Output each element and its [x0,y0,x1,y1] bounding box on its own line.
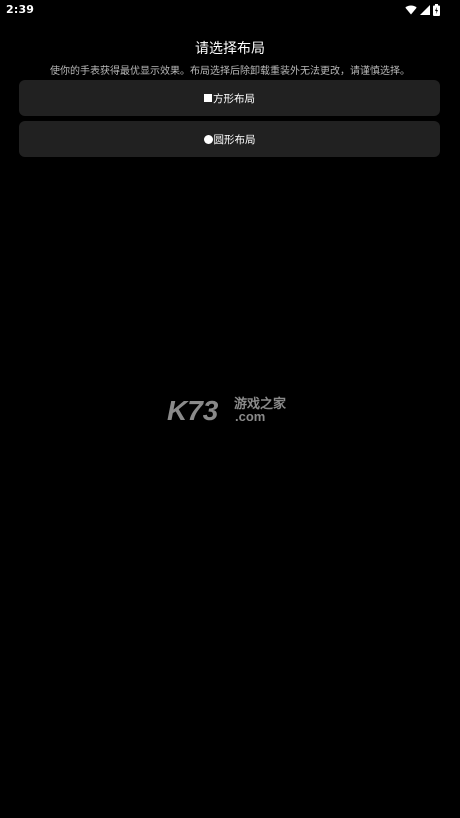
k73-watermark-logo: K73 游戏之家 .com [167,394,293,424]
page-subtitle: 使你的手表获得最优显示效果。布局选择后除卸载重装外无法更改，请谨慎选择。 [50,66,410,77]
wifi-icon [405,5,417,15]
page-title: 请选择布局 [195,41,265,57]
round-layout-button[interactable]: 圆形布局 [19,121,440,157]
round-layout-label: 圆形布局 [213,133,256,146]
watermark-domain: .com [235,409,265,424]
status-bar: 2:39 [0,0,460,20]
square-layout-button[interactable]: 方形布局 [19,80,440,116]
cellular-signal-icon [420,5,430,15]
battery-icon [433,4,440,16]
circle-icon [203,134,213,144]
square-layout-label: 方形布局 [213,92,255,105]
status-icons [405,3,440,17]
status-time: 2:39 [6,3,35,16]
square-icon [204,94,212,102]
watermark-brand: K73 [167,395,219,424]
